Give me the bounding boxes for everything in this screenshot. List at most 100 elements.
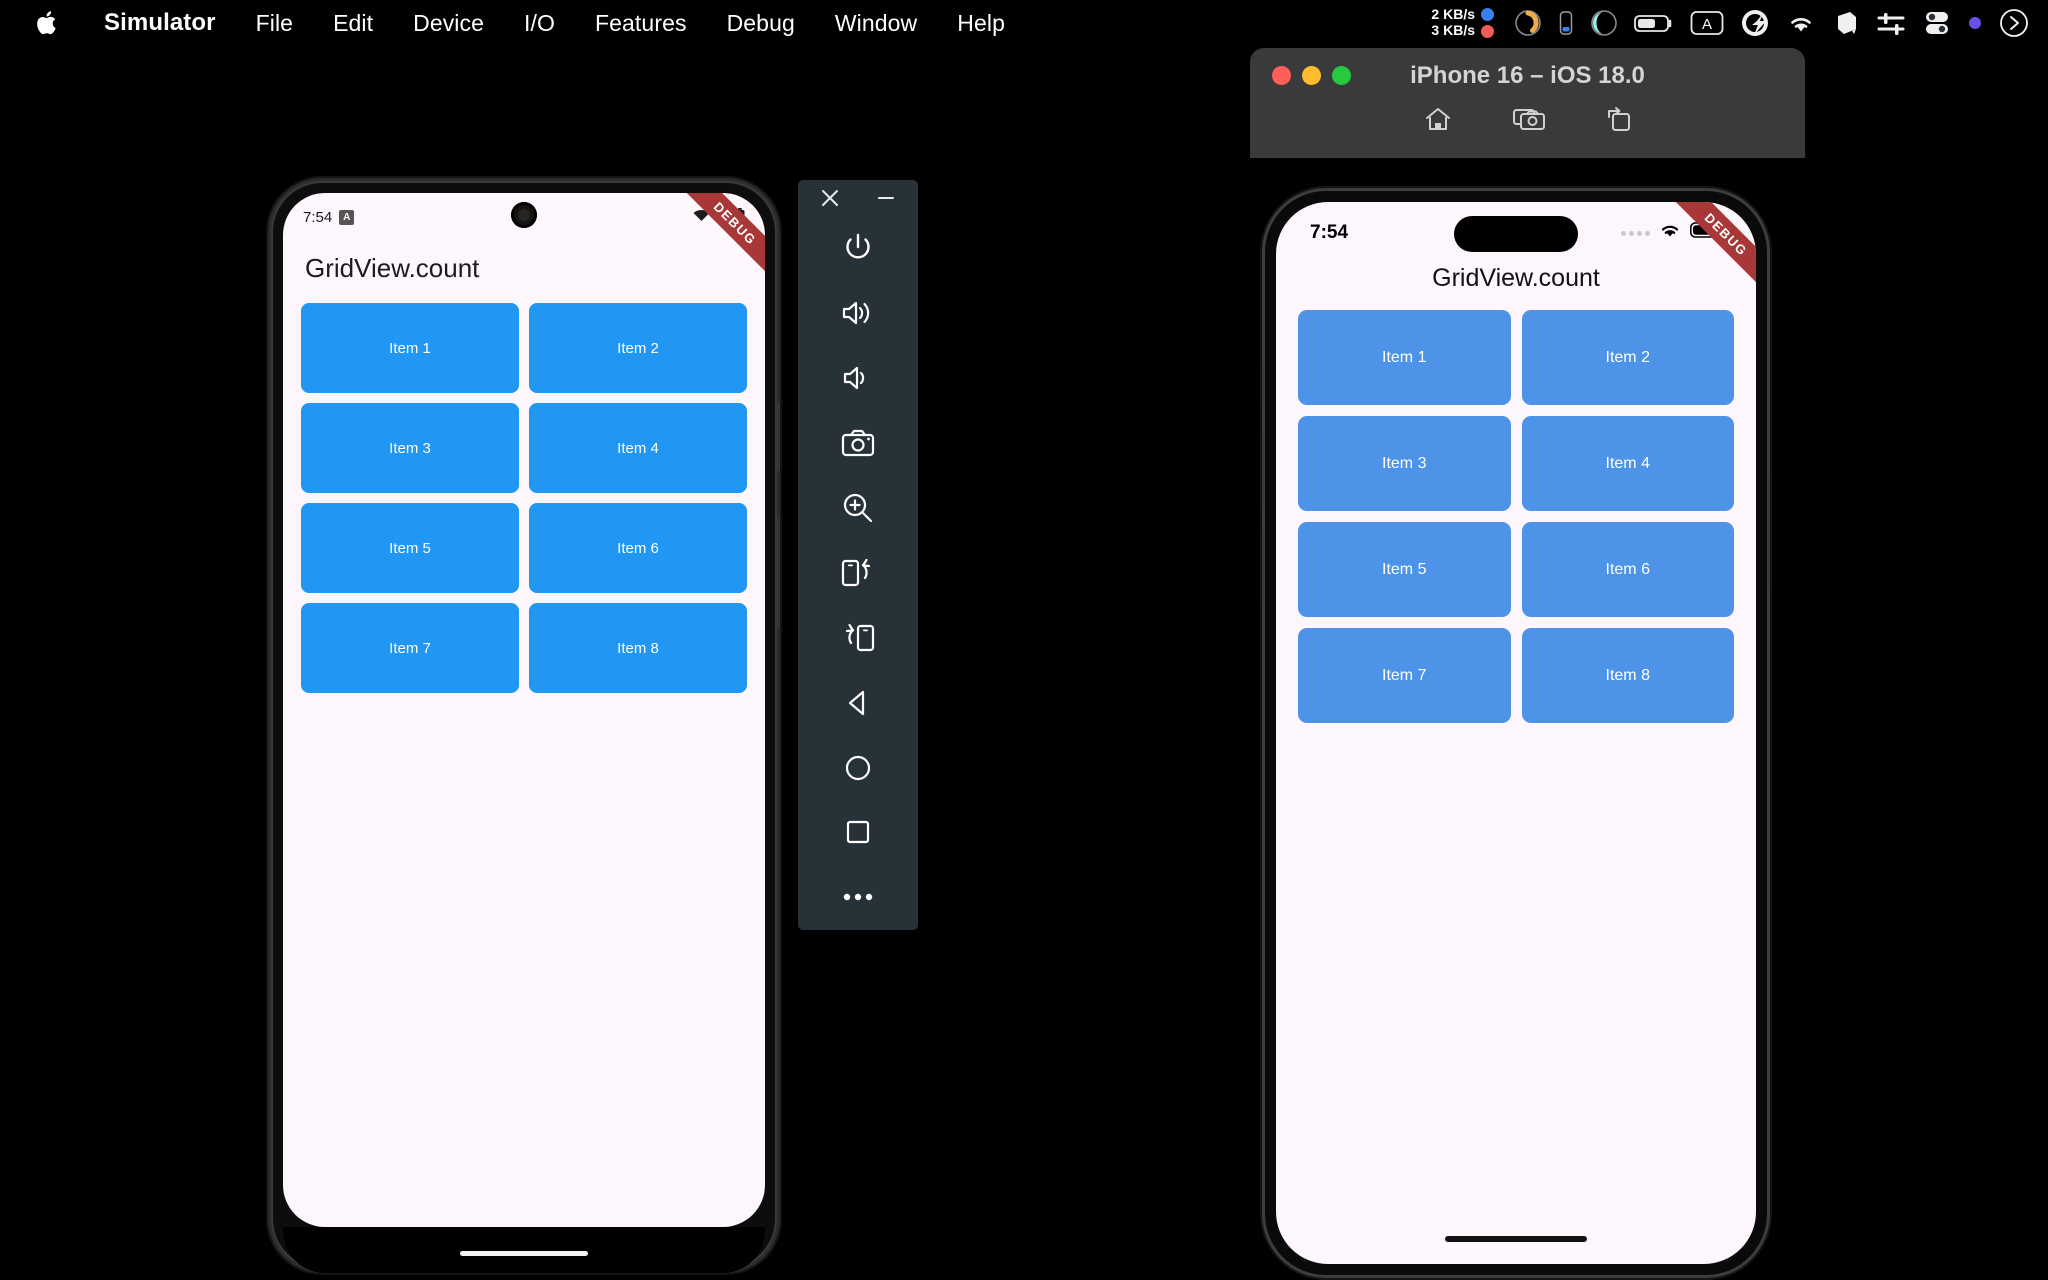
rotate-left-icon[interactable] [798,540,918,605]
menu-item-edit[interactable]: Edit [313,10,393,37]
android-app-title: GridView.count [305,253,480,283]
macos-menu-bar: Simulator File Edit Device I/O Features … [0,0,2048,46]
dynamic-island [1454,216,1578,252]
window-traffic-lights [1272,66,1351,85]
menu-bar-status-area: 2 KB/s 3 KB/s A [1431,0,2038,46]
android-screen[interactable]: 7:54 A GridView.count Item 1 Item 2 Item… [283,193,765,1227]
volume-down-icon[interactable] [798,345,918,410]
ios-home-indicator[interactable] [1445,1236,1587,1242]
volume-up-icon[interactable] [798,280,918,345]
back-icon[interactable] [798,670,918,735]
android-nav-strip [283,1227,765,1273]
android-status-right [693,207,745,227]
grid-item[interactable]: Item 7 [301,603,519,693]
grid-item[interactable]: Item 6 [529,503,747,593]
android-clock: 7:54 [303,208,333,226]
control-center-icon[interactable] [1998,7,2030,39]
grid-item[interactable]: Item 8 [529,603,747,693]
screenshot-camera-icon[interactable] [798,410,918,475]
rotate-icon[interactable] [1605,105,1633,133]
wifi-icon[interactable] [1786,11,1816,35]
upload-speed: 2 KB/s [1431,6,1475,23]
menu-item-window[interactable]: Window [815,10,937,37]
ios-power-button[interactable] [1768,478,1770,588]
grid-item[interactable]: Item 6 [1521,522,1734,617]
quickshade-icon[interactable] [1740,8,1770,38]
close-button[interactable] [1272,66,1291,85]
overview-icon[interactable] [798,800,918,865]
menu-item-features[interactable]: Features [575,10,707,37]
ios-silent-switch[interactable] [1262,363,1264,403]
menu-item-debug[interactable]: Debug [707,10,815,37]
ios-grid-view: Item 1 Item 2 Item 3 Item 4 Item 5 Item … [1276,310,1756,723]
android-grid-view: Item 1 Item 2 Item 3 Item 4 Item 5 Item … [283,303,765,693]
android-status-left: 7:54 A [303,208,355,226]
home-icon[interactable] [1423,105,1453,133]
sliders-icon[interactable] [1876,9,1906,37]
grid-item[interactable]: Item 2 [1521,310,1734,405]
grid-item[interactable]: Item 5 [1298,522,1511,617]
ios-screen[interactable]: 7:54 GridView.count Item 1 Item 2 Item 3… [1276,202,1756,1264]
ios-clock: 7:54 [1310,222,1349,243]
ios-volume-up-button[interactable] [1262,433,1264,508]
ios-app-title: GridView.count [1432,264,1600,292]
grid-item[interactable]: Item 5 [301,503,519,593]
battery-vertical-icon[interactable] [1558,9,1574,37]
grid-item[interactable]: Item 3 [1298,416,1511,511]
emulator-toolbar [798,180,918,930]
grid-item[interactable]: Item 4 [529,403,747,493]
toggles-icon[interactable] [1922,9,1952,37]
svg-text:A: A [1702,16,1712,33]
menu-item-io[interactable]: I/O [504,10,575,37]
menu-item-simulator[interactable]: Simulator [84,9,236,37]
dropbox-cube-icon[interactable] [1832,9,1860,37]
grid-item[interactable]: Item 3 [301,403,519,493]
keyboard-input-A-icon[interactable]: A [1690,10,1724,36]
android-volume-button[interactable] [777,403,780,471]
wifi-icon [693,209,710,226]
menu-item-device[interactable]: Device [393,10,504,37]
ios-simulator-device: 7:54 GridView.count Item 1 Item 2 Item 3… [1262,188,1770,1278]
android-emulator: 7:54 A GridView.count Item 1 Item 2 Item… [268,178,780,1273]
network-dots [1481,8,1494,38]
battery-icon [1690,222,1722,244]
grid-item[interactable]: Item 2 [529,303,747,393]
more-icon[interactable] [798,865,918,930]
android-power-button[interactable] [777,518,780,628]
battery-icon [735,207,745,227]
menu-item-help[interactable]: Help [937,10,1025,37]
power-icon[interactable] [798,215,918,280]
menu-item-file[interactable]: File [236,10,313,37]
network-speed-indicator[interactable]: 2 KB/s 3 KB/s [1431,7,1475,38]
minimize-button[interactable] [1302,66,1321,85]
rotate-right-icon[interactable] [798,605,918,670]
download-speed: 3 KB/s [1431,22,1475,38]
zoom-button[interactable] [1332,66,1351,85]
grid-item[interactable]: Item 4 [1521,416,1734,511]
android-gesture-bar[interactable] [460,1251,588,1256]
emulator-window-buttons [798,180,918,215]
grid-item[interactable]: Item 8 [1521,628,1734,723]
apple-logo-icon[interactable] [34,7,62,39]
purple-dot-icon [1968,16,1982,30]
screenshot-icon[interactable] [1512,105,1545,133]
cellular-dots-icon [1621,230,1650,236]
grid-item[interactable]: Item 1 [1298,310,1511,405]
close-icon[interactable] [819,187,841,209]
grid-item[interactable]: Item 1 [301,303,519,393]
ios-device-frame: 7:54 GridView.count Item 1 Item 2 Item 3… [1262,188,1770,1278]
ios-volume-down-button[interactable] [1262,528,1264,603]
download-dot-icon [1481,25,1494,38]
zoom-in-icon[interactable] [798,475,918,540]
cpu-gauge-icon[interactable] [1514,9,1542,37]
ios-simulator-window: iPhone 16 – iOS 18.0 [1250,48,1805,158]
battery-icon[interactable] [1634,11,1674,35]
cellular-signal-icon [715,209,730,226]
grid-item[interactable]: Item 7 [1298,628,1511,723]
minimize-icon[interactable] [875,187,897,209]
android-app-badge-icon: A [339,209,355,225]
moon-contrast-icon[interactable] [1590,9,1618,37]
screen-root: Simulator File Edit Device I/O Features … [0,0,2048,1280]
ios-window-titlebar: iPhone 16 – iOS 18.0 [1250,48,1805,103]
home-icon[interactable] [798,735,918,800]
